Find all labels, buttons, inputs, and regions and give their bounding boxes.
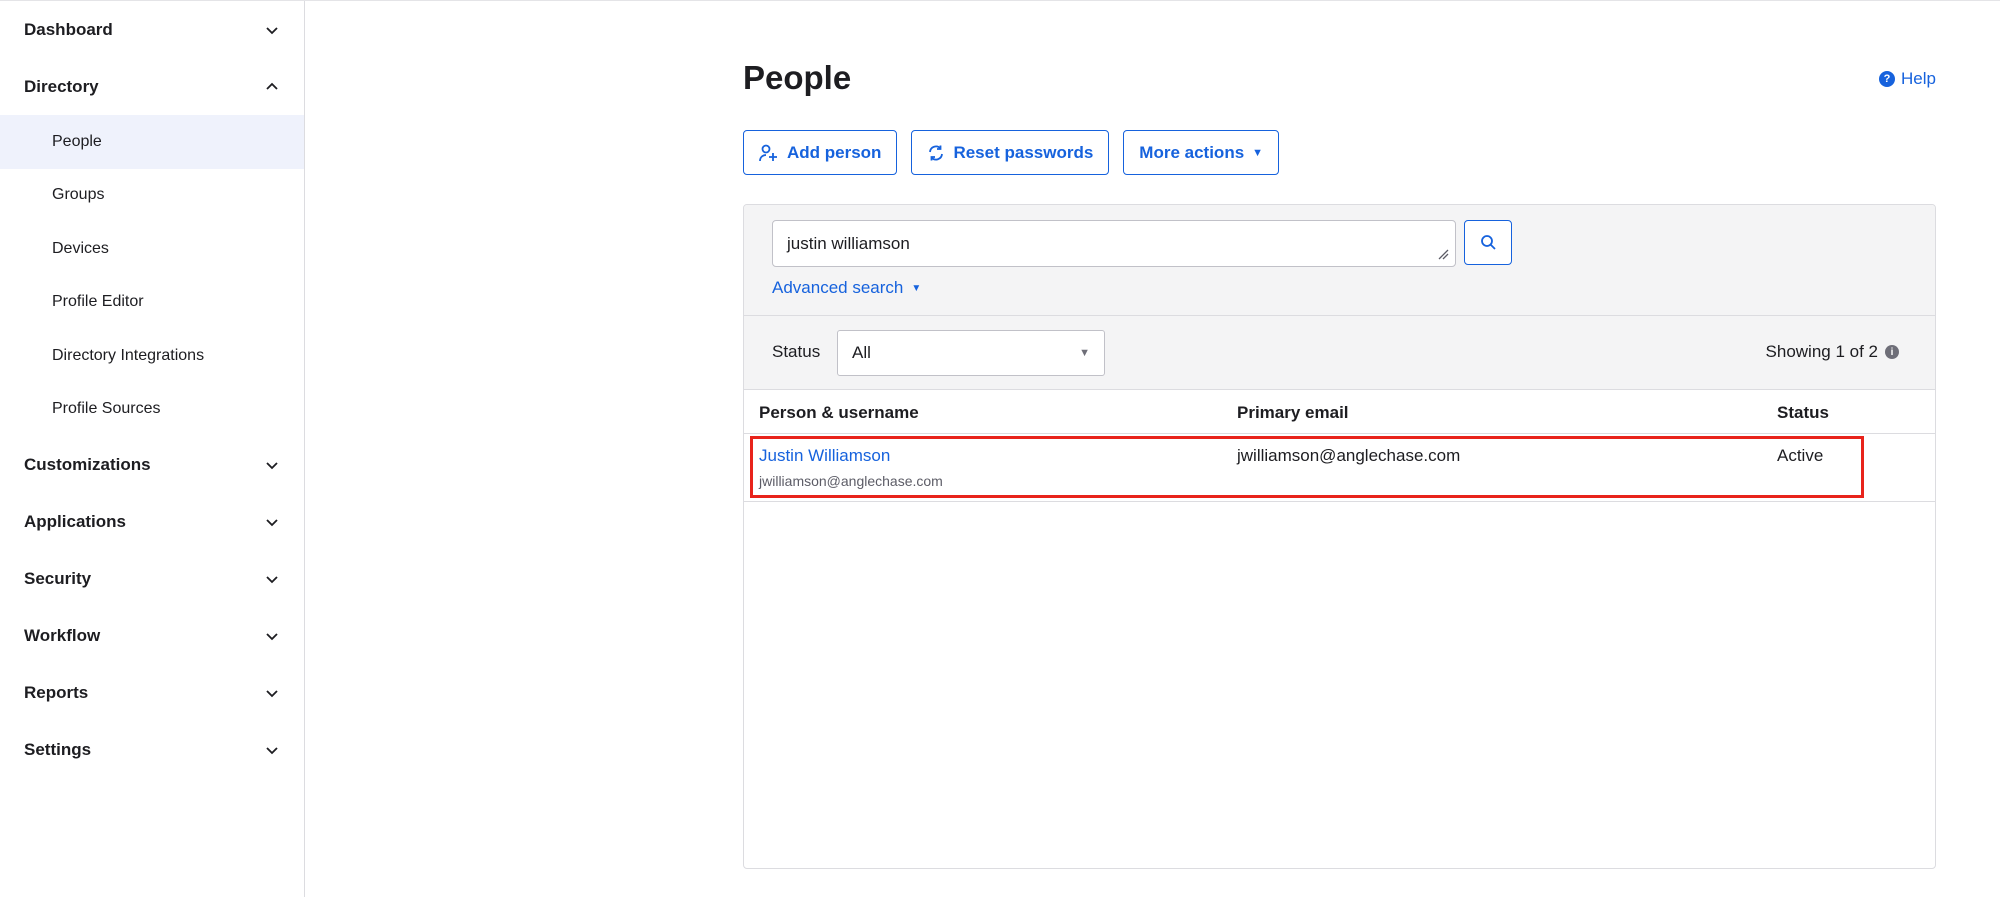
advanced-search-link[interactable]: Advanced search ▼ bbox=[772, 278, 921, 298]
status-value: Active bbox=[1777, 446, 1824, 465]
help-label: Help bbox=[1901, 69, 1936, 88]
sidebar-section-label: Dashboard bbox=[24, 19, 113, 39]
sidebar-section-label: Security bbox=[24, 568, 92, 588]
search-input[interactable]: justin williamson bbox=[772, 220, 1456, 267]
sidebar-item-profile-editor[interactable]: Profile Editor bbox=[0, 276, 304, 330]
resize-grip-icon bbox=[1438, 249, 1449, 260]
reset-passwords-label: Reset passwords bbox=[953, 142, 1094, 162]
table-header: Person & username Primary email Status bbox=[744, 390, 1935, 434]
search-input-value: justin williamson bbox=[787, 233, 910, 253]
sidebar-section-label: Directory bbox=[24, 76, 99, 96]
advanced-search-label: Advanced search bbox=[772, 278, 904, 297]
person-name-link[interactable]: Justin Williamson bbox=[759, 446, 890, 466]
sidebar-section-label: Reports bbox=[24, 682, 89, 702]
sidebar-section-directory[interactable]: Directory bbox=[0, 58, 304, 115]
filter-bar: Status All ▼ Showing 1 of 2 i bbox=[744, 316, 1935, 390]
table-row[interactable]: Justin Williamson jwilliamson@anglechase… bbox=[744, 434, 1935, 502]
info-icon[interactable]: i bbox=[1885, 345, 1899, 359]
more-actions-label: More actions bbox=[1139, 142, 1245, 162]
sidebar-section-label: Applications bbox=[24, 511, 127, 531]
search-button[interactable] bbox=[1464, 220, 1512, 265]
sidebar-item-profile-sources[interactable]: Profile Sources bbox=[0, 383, 304, 437]
sidebar-section-applications[interactable]: Applications bbox=[0, 493, 304, 550]
sidebar-section-label: Settings bbox=[24, 739, 92, 759]
search-area: justin williamson Advanced search ▼ bbox=[744, 205, 1935, 316]
person-username: jwilliamson@anglechase.com bbox=[759, 473, 943, 489]
search-icon bbox=[1480, 235, 1496, 250]
add-person-label: Add person bbox=[787, 142, 882, 162]
chevron-up-icon bbox=[266, 82, 278, 90]
result-count-text: Showing 1 of 2 bbox=[1765, 342, 1878, 361]
column-header-status[interactable]: Status bbox=[1777, 403, 1829, 423]
add-person-button[interactable]: Add person bbox=[743, 130, 898, 175]
status-filter-label: Status bbox=[772, 342, 821, 361]
status-select-value: All bbox=[852, 343, 871, 362]
caret-down-icon: ▼ bbox=[1252, 146, 1264, 159]
help-link[interactable]: ? Help bbox=[1879, 69, 1936, 89]
sidebar-item-directory-integrations[interactable]: Directory Integrations bbox=[0, 329, 304, 383]
add-user-icon bbox=[759, 144, 777, 161]
page-title: People bbox=[743, 59, 852, 96]
sidebar-item-groups[interactable]: Groups bbox=[0, 169, 304, 223]
app-root: Dashboard Directory People Groups Device… bbox=[0, 0, 2000, 897]
chevron-down-icon bbox=[266, 461, 278, 469]
column-header-person[interactable]: Person & username bbox=[759, 403, 919, 423]
reset-passwords-button[interactable]: Reset passwords bbox=[911, 130, 1110, 175]
refresh-icon bbox=[929, 145, 944, 160]
chevron-down-icon bbox=[266, 518, 278, 526]
primary-email: jwilliamson@anglechase.com bbox=[1237, 446, 1461, 465]
more-actions-button[interactable]: More actions ▼ bbox=[1123, 130, 1280, 175]
sidebar: Dashboard Directory People Groups Device… bbox=[0, 1, 305, 897]
chevron-down-icon bbox=[266, 632, 278, 640]
sidebar-section-settings[interactable]: Settings bbox=[0, 721, 304, 778]
chevron-down-icon bbox=[266, 26, 278, 34]
sidebar-section-dashboard[interactable]: Dashboard bbox=[0, 1, 304, 58]
sidebar-section-workflow[interactable]: Workflow bbox=[0, 607, 304, 664]
sidebar-section-label: Customizations bbox=[24, 454, 151, 474]
toolbar: Add person Reset passwords More actions … bbox=[743, 130, 1280, 175]
result-count: Showing 1 of 2 i bbox=[1766, 342, 1899, 362]
column-header-email[interactable]: Primary email bbox=[1237, 403, 1349, 423]
sidebar-section-label: Workflow bbox=[24, 625, 101, 645]
caret-down-icon: ▼ bbox=[911, 282, 922, 294]
sidebar-item-devices[interactable]: Devices bbox=[0, 222, 304, 276]
sidebar-item-people[interactable]: People bbox=[0, 115, 304, 169]
sidebar-section-reports[interactable]: Reports bbox=[0, 664, 304, 721]
people-panel: justin williamson Advanced search ▼ Stat… bbox=[743, 204, 1936, 869]
chevron-down-icon bbox=[266, 746, 278, 754]
status-select[interactable]: All ▼ bbox=[837, 330, 1105, 376]
chevron-down-icon bbox=[266, 689, 278, 697]
sidebar-section-customizations[interactable]: Customizations bbox=[0, 436, 304, 493]
help-icon: ? bbox=[1879, 71, 1896, 87]
caret-down-icon: ▼ bbox=[1079, 347, 1090, 359]
main-content: People ? Help Add person Reset passwords bbox=[306, 1, 2000, 897]
sidebar-section-security[interactable]: Security bbox=[0, 550, 304, 607]
chevron-down-icon bbox=[266, 575, 278, 583]
